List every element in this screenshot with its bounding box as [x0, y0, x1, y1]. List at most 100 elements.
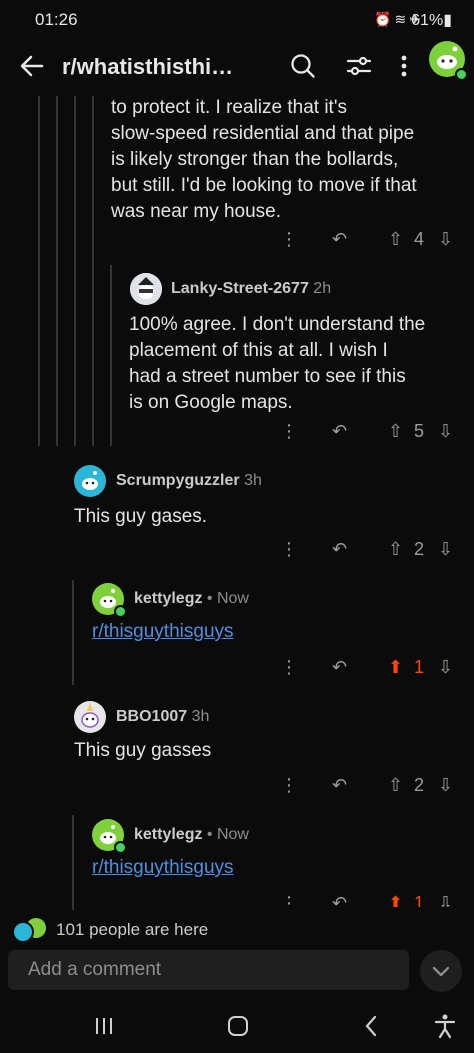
subreddit-link[interactable]: r/thisguythisguys	[92, 857, 234, 879]
more-options-icon[interactable]: ⋮	[280, 421, 298, 442]
vote-count: 4	[414, 229, 425, 249]
downvote-icon[interactable]: ⇩	[438, 229, 453, 250]
downvote-icon[interactable]: ⇩	[438, 775, 453, 796]
reply-icon[interactable]: ↶	[332, 229, 347, 250]
thread-line	[56, 96, 58, 446]
comment-input-placeholder: Add a comment	[28, 959, 162, 980]
username[interactable]: kettylegz	[134, 826, 202, 843]
alarm-icon: ⏰	[374, 11, 395, 27]
presence-avatars-icon	[12, 918, 46, 943]
avatar-image	[130, 273, 162, 305]
reply-icon[interactable]: ↶	[332, 893, 347, 907]
online-indicator	[114, 841, 127, 854]
recent-apps-icon[interactable]	[93, 1015, 115, 1037]
thread-line	[110, 265, 112, 446]
presence-text: 101 people are here	[56, 920, 209, 939]
more-options-icon[interactable]: ⋮	[280, 229, 298, 250]
back-nav-icon[interactable]	[360, 1014, 384, 1038]
avatar[interactable]	[92, 583, 127, 618]
sort-filter-button[interactable]	[345, 52, 373, 80]
comment-time: 3h	[244, 472, 262, 489]
vote-count: 1	[414, 893, 425, 907]
more-options-icon[interactable]: ⋮	[280, 539, 298, 560]
thread-line	[74, 96, 76, 446]
vote-count: 2	[414, 775, 425, 795]
arrow-left-icon	[20, 55, 44, 77]
username[interactable]: kettylegz	[134, 590, 202, 607]
status-bar: 01:26 ⏰≋✈ 61%▮	[0, 0, 474, 40]
chevron-down-icon	[432, 966, 450, 977]
upvote-icon[interactable]: ⬆	[388, 893, 403, 907]
thread-line	[72, 580, 74, 685]
subreddit-title[interactable]: r/whatisthisthi…	[62, 54, 252, 80]
comment-time: • Now	[206, 826, 249, 843]
reply-icon[interactable]: ↶	[332, 539, 347, 560]
avatar-image	[74, 465, 106, 497]
comment-line: 100% agree. I don't understand the	[129, 314, 426, 335]
battery-icon: ▮	[443, 12, 452, 29]
back-button[interactable]	[18, 52, 46, 80]
upvote-icon[interactable]: ⇧	[388, 539, 403, 560]
collapse-button[interactable]	[420, 950, 462, 992]
system-nav-bar	[0, 1000, 474, 1053]
subreddit-link[interactable]: r/thisguythisguys	[92, 621, 234, 643]
reply-icon[interactable]: ↶	[332, 657, 347, 678]
downvote-icon[interactable]: ⇩	[438, 657, 453, 678]
comment-author: Scrumpyguzzler 3h	[116, 472, 262, 490]
comment-time: 3h	[191, 708, 210, 725]
overflow-menu-button[interactable]	[394, 52, 414, 80]
avatar[interactable]	[130, 273, 162, 305]
upvote-icon[interactable]: ⬆	[388, 657, 403, 678]
reply-icon[interactable]: ↶	[332, 775, 347, 796]
app-header: r/whatisthisthi…	[0, 40, 474, 96]
sliders-icon	[346, 56, 372, 76]
upvote-icon[interactable]: ⇧	[388, 775, 403, 796]
comment-line: had a street number to see if this	[129, 366, 406, 387]
presence-bar: 101 people are here	[0, 914, 474, 946]
downvote-icon[interactable]: ⇩	[438, 893, 453, 907]
comment-input[interactable]: Add a comment	[8, 950, 409, 990]
comment-actions: ⋮ ↶ ⬆ 1 ⇩	[280, 657, 460, 683]
avatar-image	[74, 701, 106, 733]
avatar[interactable]	[74, 701, 106, 733]
battery-level: 61%▮	[411, 10, 452, 30]
comment-author: kettylegz • Now	[134, 590, 249, 608]
comment-line: to protect it. I realize that it's	[111, 97, 347, 118]
comment-line: placement of this at all. I wish I	[129, 340, 388, 361]
comment-time: 2h	[313, 280, 332, 297]
avatar[interactable]	[92, 819, 127, 854]
username[interactable]: BBO1007	[116, 708, 187, 725]
online-indicator	[455, 68, 468, 81]
comment-time: • Now	[206, 590, 249, 607]
thread-line	[92, 96, 94, 446]
comment-line: was near my house.	[111, 201, 282, 222]
comment-body: This guy gasses	[74, 740, 212, 761]
comment-author: kettylegz • Now	[134, 826, 249, 844]
online-indicator	[114, 605, 127, 618]
reply-icon[interactable]: ↶	[332, 421, 347, 442]
comment-actions: ⋮ ↶ ⇧ 2 ⇩	[280, 775, 460, 801]
upvote-icon[interactable]: ⇧	[388, 421, 403, 442]
user-avatar-button[interactable]	[428, 40, 468, 81]
comment-line: but still. I'd be looking to move if tha…	[111, 175, 417, 196]
search-button[interactable]	[289, 52, 317, 80]
avatar[interactable]	[74, 465, 106, 497]
more-options-icon[interactable]: ⋮	[280, 893, 298, 907]
upvote-icon[interactable]: ⇧	[388, 229, 403, 250]
more-options-icon[interactable]: ⋮	[280, 657, 298, 678]
comment-actions: ⋮ ↶ ⇧ 4 ⇩	[280, 229, 460, 255]
username[interactable]: Lanky-Street-2677	[171, 280, 309, 297]
comment-actions: ⋮ ↶ ⇧ 5 ⇩	[280, 421, 460, 447]
vote-count: 1	[414, 657, 425, 677]
accessibility-icon[interactable]	[432, 1013, 458, 1039]
comment-author: BBO1007 3h	[116, 708, 209, 726]
comment-body: 100% agree. I don't understand the place…	[129, 312, 425, 416]
username[interactable]: Scrumpyguzzler	[116, 472, 240, 489]
comment-actions: ⋮ ↶ ⇧ 2 ⇩	[280, 539, 460, 565]
more-options-icon[interactable]: ⋮	[280, 775, 298, 796]
downvote-icon[interactable]: ⇩	[438, 421, 453, 442]
home-icon[interactable]	[226, 1014, 250, 1038]
downvote-icon[interactable]: ⇩	[438, 539, 453, 560]
vote-count: 2	[414, 539, 425, 559]
comment-author: Lanky-Street-2677 2h	[171, 280, 331, 298]
